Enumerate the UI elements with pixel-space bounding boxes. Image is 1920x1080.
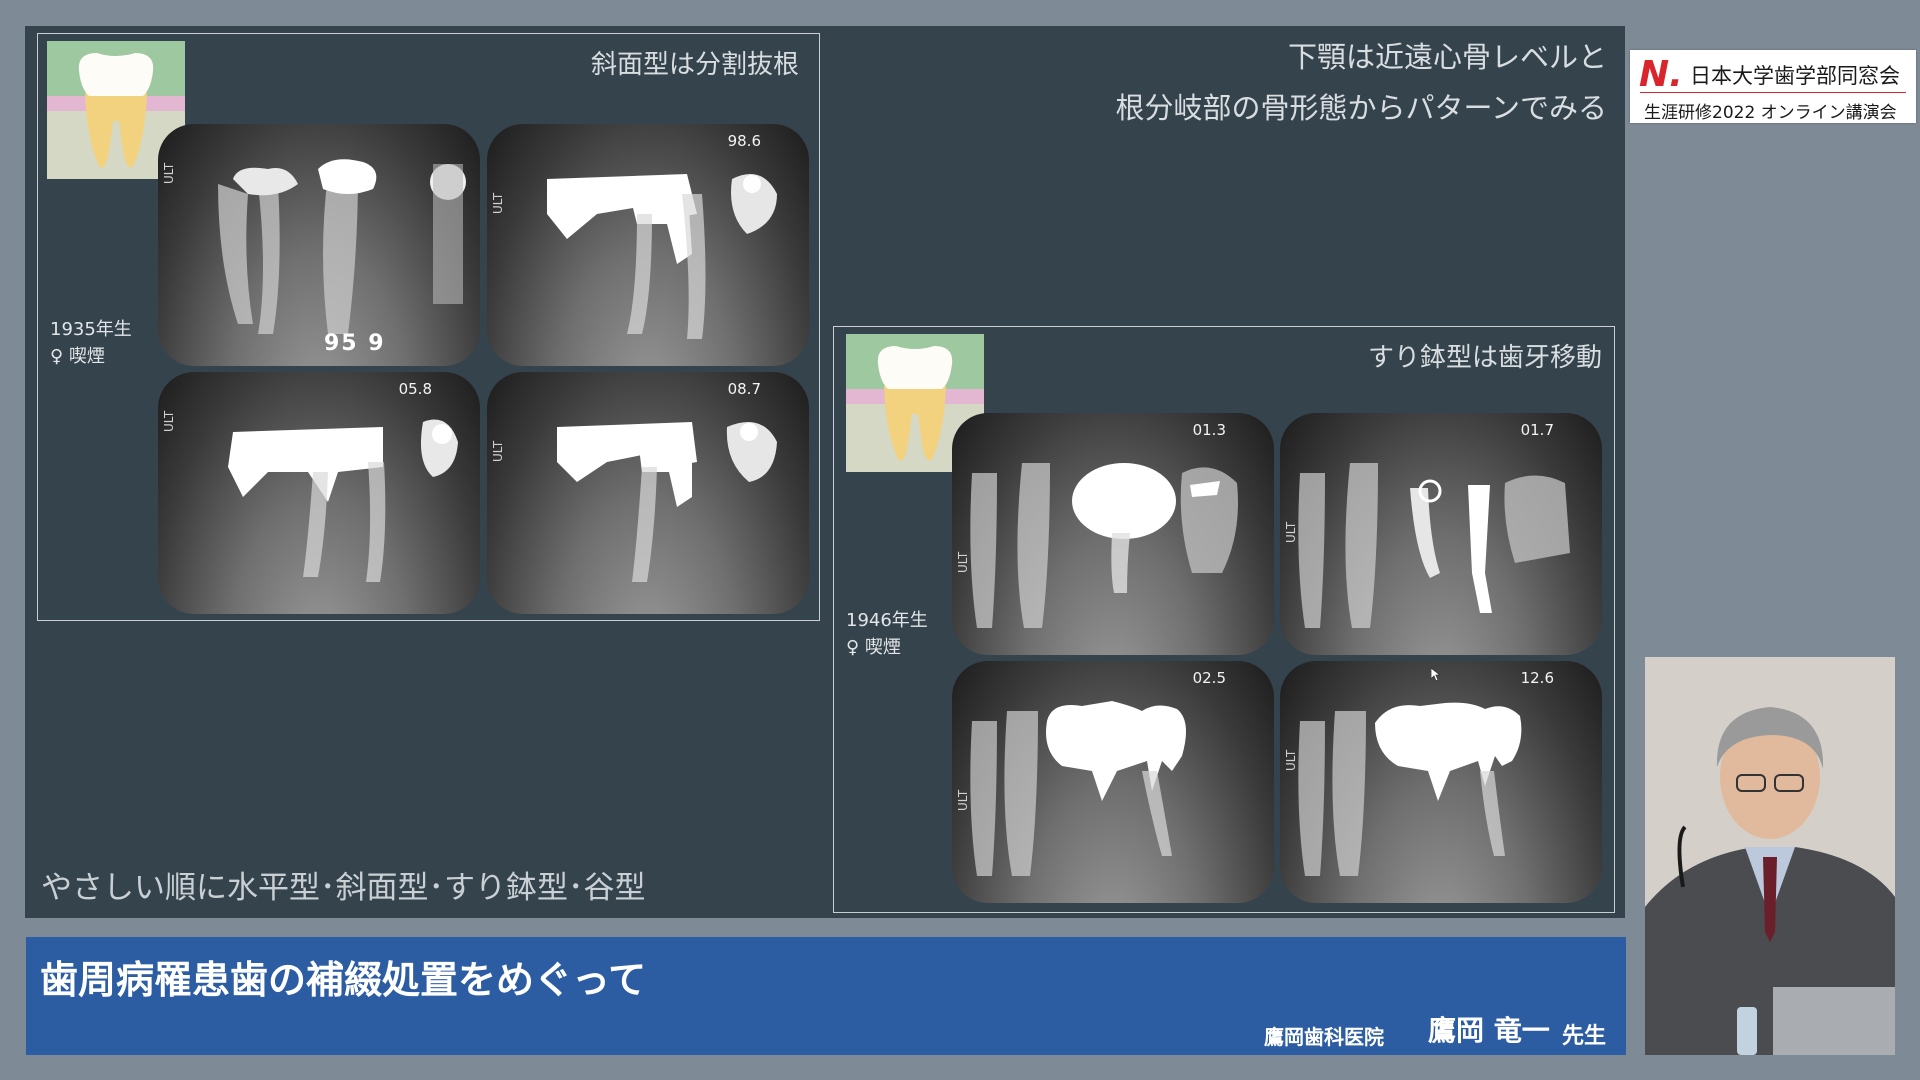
left-panel-title: 斜面型は分割抜根 [590, 50, 799, 80]
xray-date: 08.7 [727, 380, 761, 398]
ult-label: ULT [491, 440, 505, 462]
speaker-video [1645, 657, 1895, 1055]
mouse-cursor-icon [1431, 668, 1441, 682]
difficulty-order-note: やさしい順に水平型･斜面型･すり鉢型･谷型 [41, 870, 646, 906]
xray-date: 01.7 [1520, 421, 1554, 439]
xray-right-4: 12.6 ULT [1280, 661, 1602, 903]
xray-left-1: ULT 95 9 [158, 124, 480, 366]
right-panel-title: すり鉢型は歯牙移動 [1367, 343, 1602, 373]
xray-right-1: 01.3 ULT [952, 413, 1274, 655]
slide-heading: 下顎は近遠心骨レベルと 根分岐部の骨形態からパターンでみる [1115, 32, 1607, 134]
nichidai-logo-icon: N. [1639, 54, 1683, 95]
xray-right-2: 01.7 ULT [1280, 413, 1602, 655]
xray-right-3: 02.5 ULT [952, 661, 1274, 903]
ult-label: ULT [956, 789, 970, 811]
birth-year: 1935年生 [50, 319, 132, 340]
event-name: 生涯研修2022 オンライン講演会 [1644, 103, 1897, 123]
xray-left-3: 05.8 ULT [158, 372, 480, 614]
organizer-logo: N. 日本大学歯学部同窓会 生涯研修2022 オンライン講演会 [1630, 50, 1916, 123]
xray-left-4: 08.7 ULT [487, 372, 809, 614]
xray-tooth-number: 95 9 [324, 331, 386, 356]
ult-label: ULT [162, 162, 176, 184]
xray-date: 02.5 [1192, 669, 1226, 687]
heading-line-1: 下顎は近遠心骨レベルと [1287, 40, 1607, 74]
ult-label: ULT [491, 192, 505, 214]
right-patient-info: 1946年生 ♀ 喫煙 [846, 607, 928, 661]
left-case-panel: 斜面型は分割抜根 1935年生 ♀ 喫煙 ULT 95 9 98.6 ULT 0… [37, 33, 820, 621]
heading-line-2: 根分岐部の骨形態からパターンでみる [1115, 91, 1607, 125]
logo-divider [1640, 92, 1906, 93]
right-case-panel: すり鉢型は歯牙移動 1946年生 ♀ 喫煙 01.3 ULT 01.7 ULT … [833, 326, 1615, 913]
xray-date: 05.8 [398, 380, 432, 398]
ult-label: ULT [1284, 521, 1298, 543]
xray-date: 01.3 [1192, 421, 1226, 439]
xray-date: 12.6 [1520, 669, 1554, 687]
speaker-honorific: 先生 [1562, 1024, 1607, 1049]
patient-sex-smoking: ♀ 喫煙 [50, 346, 105, 367]
xray-date: 98.6 [727, 132, 761, 150]
ult-label: ULT [1284, 749, 1298, 771]
left-patient-info: 1935年生 ♀ 喫煙 [50, 316, 132, 370]
birth-year: 1946年生 [846, 610, 928, 631]
organizer-name: 日本大学歯学部同窓会 [1690, 64, 1900, 88]
lecture-title-banner: 歯周病罹患歯の補綴処置をめぐって 鷹岡歯科医院 鷹岡 竜一 先生 [26, 937, 1626, 1055]
xray-left-2: 98.6 ULT [487, 124, 809, 366]
speaker-name: 鷹岡 竜一 [1428, 1014, 1550, 1047]
ult-label: ULT [162, 410, 176, 432]
patient-sex-smoking: ♀ 喫煙 [846, 637, 901, 658]
presentation-slide: 斜面型は分割抜根 1935年生 ♀ 喫煙 ULT 95 9 98.6 ULT 0… [25, 26, 1625, 918]
ult-label: ULT [956, 551, 970, 573]
lecture-title: 歯周病罹患歯の補綴処置をめぐって [40, 958, 647, 1002]
speaker-clinic: 鷹岡歯科医院 [1264, 1025, 1384, 1049]
